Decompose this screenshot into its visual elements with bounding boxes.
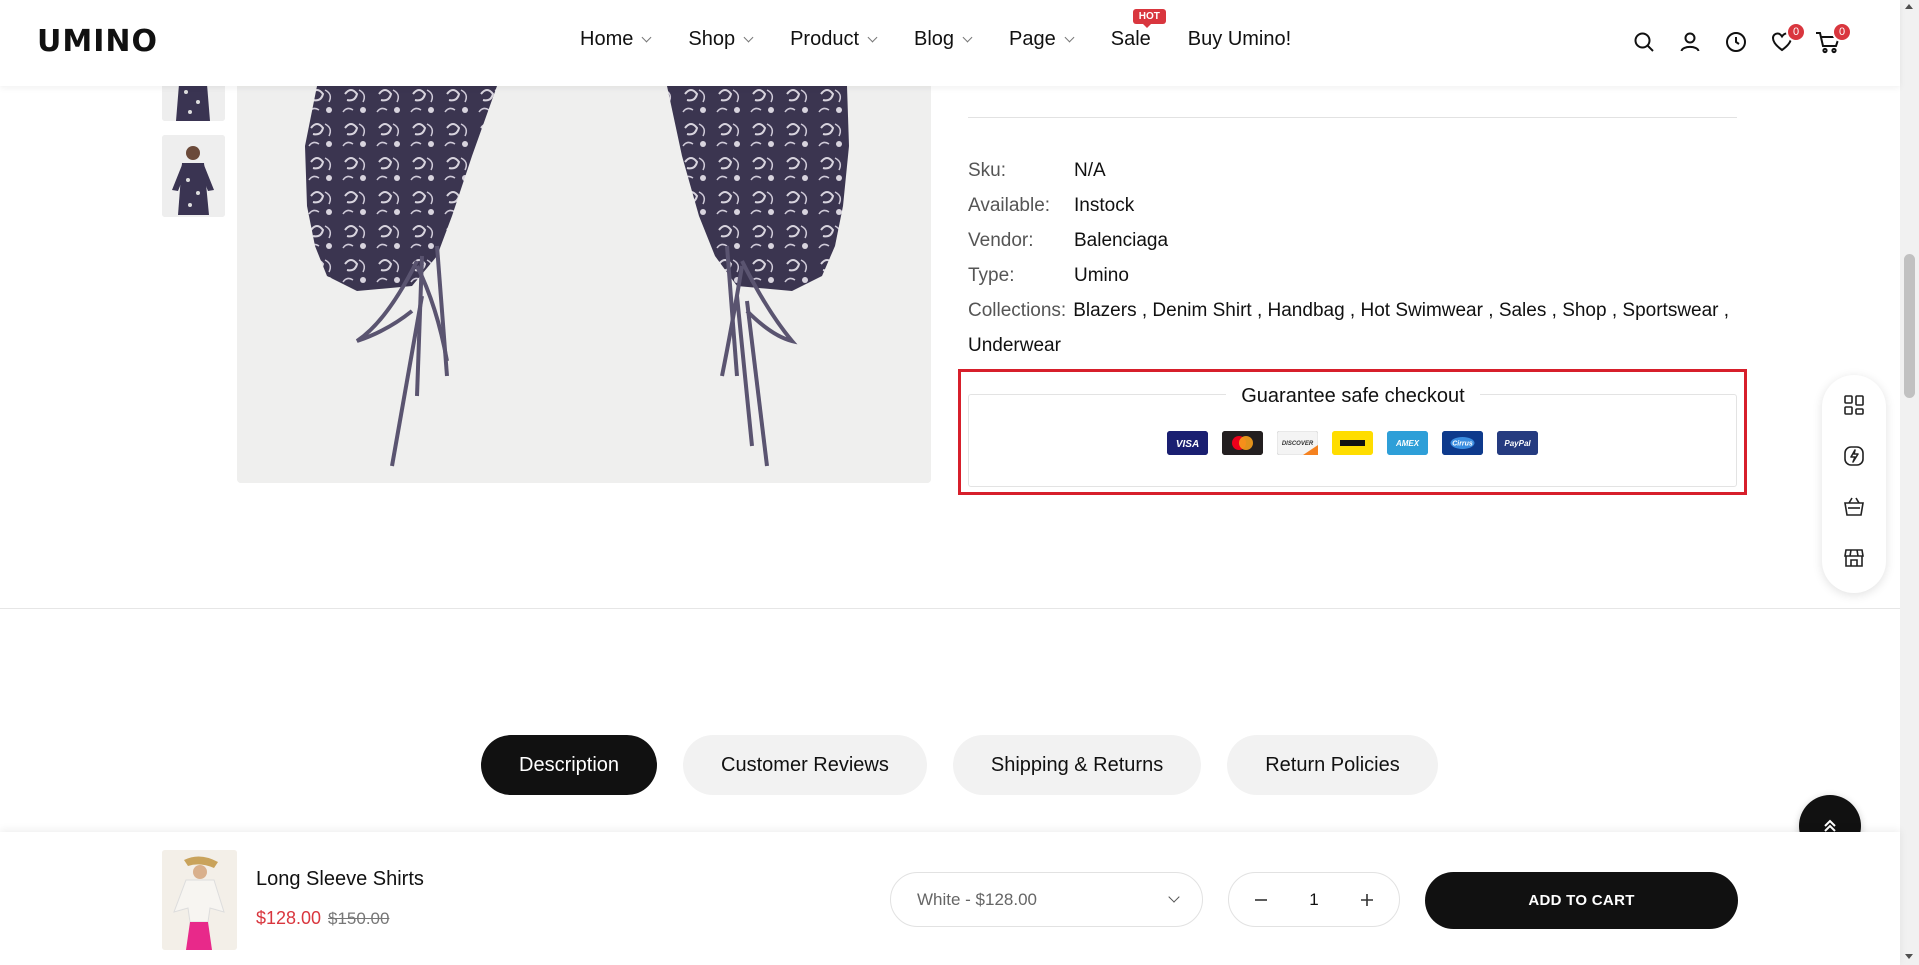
type-label: Type:	[968, 265, 1015, 286]
type-value[interactable]: Umino	[1074, 258, 1129, 293]
basket-icon[interactable]	[1842, 495, 1866, 519]
sticky-add-to-cart-bar: Long Sleeve Shirts $128.00 $150.00 White…	[0, 832, 1900, 965]
nav-label: Product	[790, 28, 860, 50]
nav-label: Page	[1009, 28, 1056, 50]
cart-count-badge: 0	[1832, 22, 1852, 42]
nav-label: Buy Umino!	[1187, 28, 1292, 50]
cart-button[interactable]: 0	[1814, 22, 1852, 56]
variant-selected-value: White - $128.00	[917, 889, 1038, 909]
sku-value: N/A	[1074, 160, 1106, 181]
info-divider	[968, 117, 1737, 118]
wishlist-button[interactable]: 0	[1768, 22, 1806, 56]
clock-icon[interactable]	[1722, 28, 1750, 56]
gallery-thumbnail[interactable]	[162, 135, 225, 217]
scroll-down-arrow-icon[interactable]	[1905, 954, 1913, 959]
sku-row: Sku: N/A	[968, 153, 1743, 188]
nav-page[interactable]: Page	[1009, 28, 1075, 51]
minus-icon	[1255, 898, 1267, 901]
store-icon[interactable]	[1842, 546, 1866, 570]
availability-value: Instock	[1074, 195, 1135, 216]
quantity-input[interactable]: 1	[1309, 890, 1318, 910]
collection-link[interactable]: Blazers	[1073, 300, 1136, 321]
grid-icon[interactable]	[1842, 393, 1866, 417]
user-icon[interactable]	[1676, 28, 1704, 56]
chevron-down-icon	[743, 32, 754, 43]
variant-select[interactable]: White - $128.00	[890, 872, 1203, 927]
nav-label: Sale	[1110, 28, 1151, 50]
collection-link[interactable]: Underwear	[968, 335, 1061, 356]
page-scrollbar[interactable]	[1900, 0, 1919, 965]
product-tabs: Description Customer Reviews Shipping & …	[481, 735, 1464, 795]
nav-label: Shop	[688, 28, 736, 50]
lightning-icon[interactable]	[1842, 444, 1866, 468]
collection-link[interactable]: Sales	[1499, 300, 1547, 321]
site-logo[interactable]: UMINO	[37, 24, 158, 59]
sticky-sale-price: $128.00	[256, 908, 322, 928]
section-divider	[0, 608, 1900, 609]
availability-label: Available:	[968, 195, 1051, 216]
tab-description[interactable]: Description	[481, 735, 658, 795]
collection-link[interactable]: Shop	[1562, 300, 1606, 321]
floating-toolbar	[1822, 375, 1886, 593]
tab-customer-reviews[interactable]: Customer Reviews	[683, 735, 927, 795]
collections-row: Collections: Blazers , Denim Shirt , Hand…	[968, 300, 1730, 356]
sticky-compare-price: $150.00	[328, 909, 390, 928]
vendor-value[interactable]: Balenciaga	[1074, 223, 1168, 258]
product-main-image[interactable]	[237, 86, 931, 483]
increase-quantity-button[interactable]	[1357, 890, 1377, 910]
tab-shipping-returns[interactable]: Shipping & Returns	[952, 735, 1202, 795]
product-meta: Sku: N/A Available: Instock Vendor: Bale…	[968, 153, 1743, 363]
nav-blog[interactable]: Blog	[914, 28, 973, 51]
header-actions: 0 0	[1630, 22, 1860, 56]
collections-label: Collections:	[968, 300, 1067, 321]
search-icon[interactable]	[1630, 28, 1658, 56]
scrollbar-thumb[interactable]	[1904, 254, 1915, 398]
nav-sale[interactable]: HOT Sale	[1110, 9, 1166, 51]
vendor-row: Vendor: Balenciaga	[968, 223, 1743, 258]
sticky-product-image	[162, 850, 237, 950]
nav-product[interactable]: Product	[790, 28, 878, 51]
nav-label: Blog	[914, 28, 955, 50]
site-header: UMINO Home Shop Product Blog Page HOT Sa…	[0, 0, 1900, 86]
collection-link[interactable]: Sportswear	[1622, 300, 1718, 321]
collection-link[interactable]: Hot Swimwear	[1360, 300, 1482, 321]
chevron-down-icon	[1064, 32, 1075, 43]
plus-icon	[1361, 893, 1373, 906]
decrease-quantity-button[interactable]	[1251, 890, 1271, 910]
sku-label: Sku:	[968, 160, 1007, 181]
nav-label: Home	[580, 28, 634, 50]
nav-buy-umino[interactable]: Buy Umino!	[1188, 28, 1291, 51]
hot-badge: HOT	[1132, 9, 1166, 28]
chevron-down-icon	[867, 32, 878, 43]
product-page: Sku: N/A Available: Instock Vendor: Bale…	[0, 0, 1919, 965]
chevron-down-icon	[962, 32, 973, 43]
add-to-cart-button[interactable]: ADD TO CART	[1425, 872, 1738, 929]
chevron-down-icon	[641, 32, 652, 43]
collection-link[interactable]: Denim Shirt	[1152, 300, 1251, 321]
quantity-stepper: 1	[1228, 872, 1400, 927]
scroll-up-arrow-icon[interactable]	[1905, 4, 1913, 9]
sticky-product-name: Long Sleeve Shirts	[256, 868, 424, 890]
vendor-label: Vendor:	[968, 230, 1034, 251]
availability-row: Available: Instock	[968, 188, 1743, 223]
type-row: Type: Umino	[968, 258, 1743, 293]
collection-link[interactable]: Handbag	[1268, 300, 1345, 321]
tab-return-policies[interactable]: Return Policies	[1227, 735, 1438, 795]
wishlist-count-badge: 0	[1786, 22, 1806, 42]
chevron-down-icon	[1168, 891, 1180, 903]
main-nav: Home Shop Product Blog Page HOT Sale Buy…	[580, 9, 1329, 51]
highlight-frame	[958, 369, 1747, 495]
nav-shop[interactable]: Shop	[688, 28, 754, 51]
nav-home[interactable]: Home	[580, 28, 652, 51]
